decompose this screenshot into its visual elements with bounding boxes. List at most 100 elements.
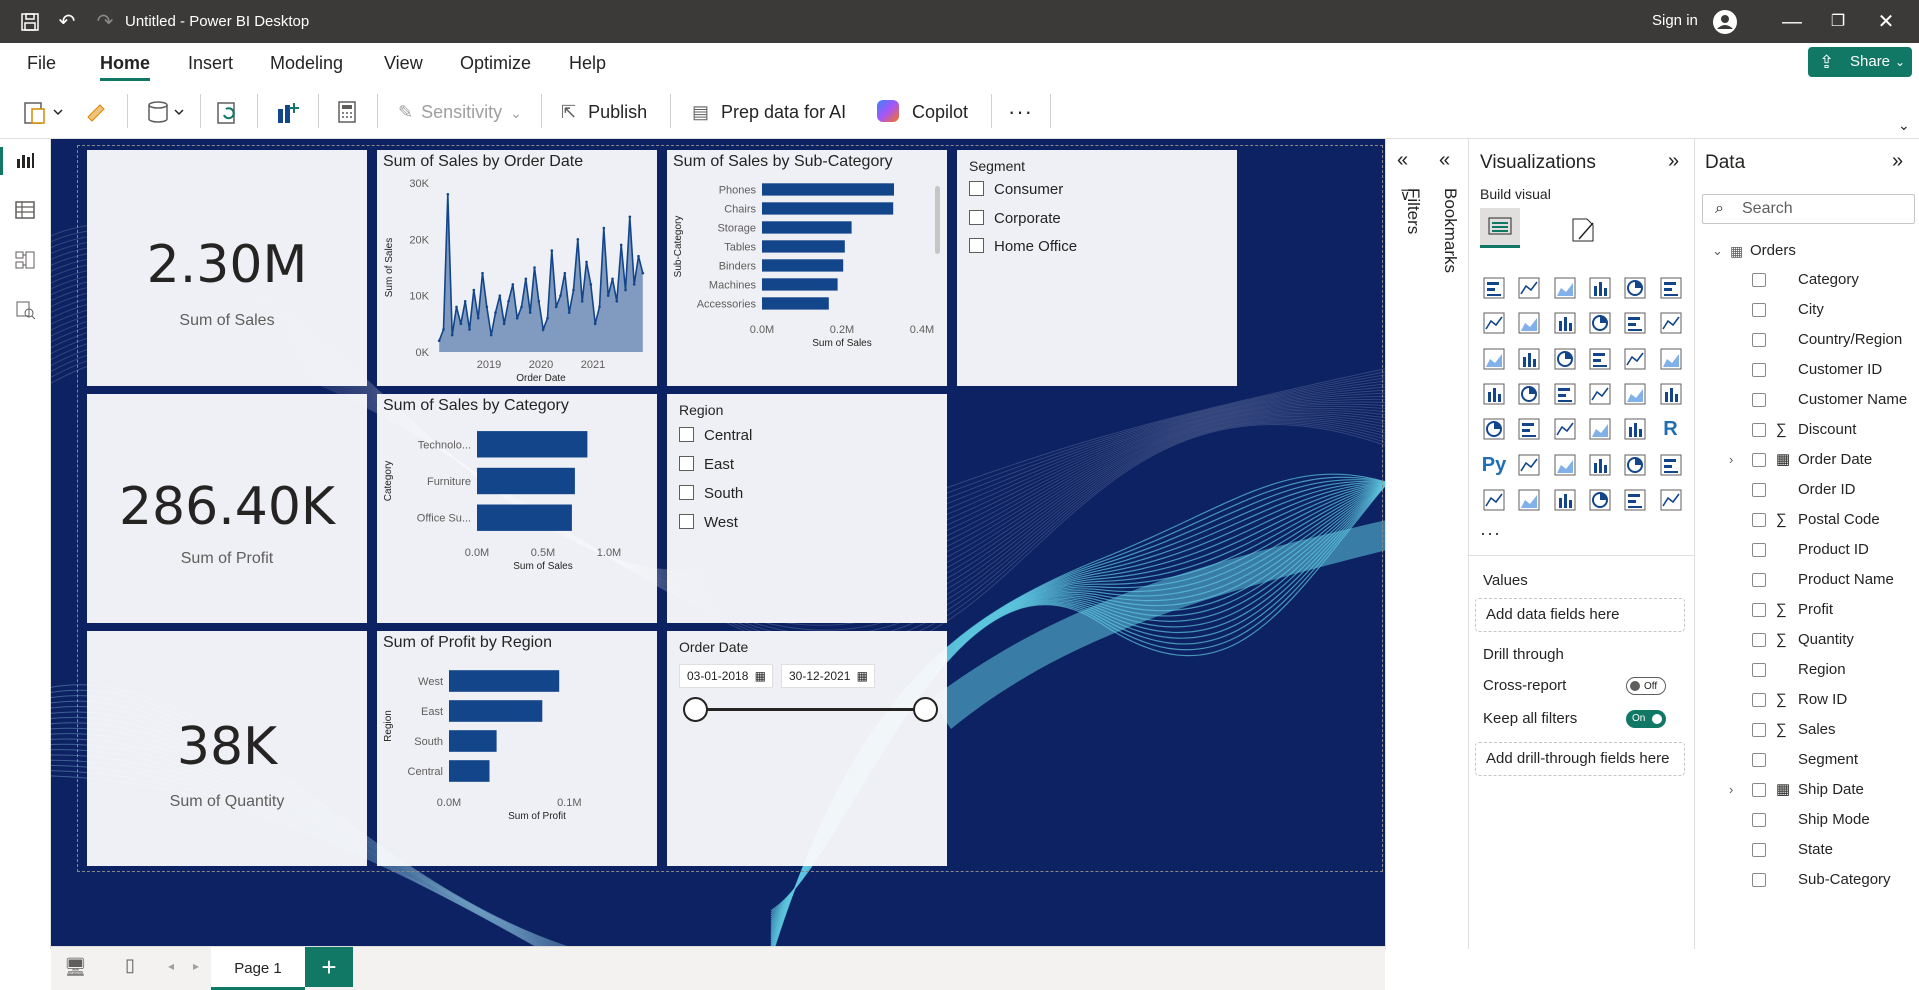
- chart-sales-by-category[interactable]: Sum of Sales by Category Technolo... Furn…: [377, 394, 657, 623]
- prev-page-icon[interactable]: ◂: [168, 959, 174, 973]
- chevron-right-icon[interactable]: ›: [1729, 449, 1733, 471]
- redo-icon[interactable]: ↷: [93, 10, 117, 34]
- values-well[interactable]: Add data fields here: [1475, 598, 1685, 632]
- sensitivity-button[interactable]: ✎ Sensitivity ⌄: [398, 97, 522, 127]
- save-icon[interactable]: [18, 10, 42, 34]
- kpi-card-sales[interactable]: 2.30M Sum of Sales: [87, 150, 367, 386]
- pie-icon[interactable]: [1621, 345, 1649, 373]
- chevron-down-icon[interactable]: ⌄: [1712, 240, 1723, 262]
- menu-optimize[interactable]: Optimize: [460, 53, 531, 74]
- decomposition-tree-icon[interactable]: [1551, 451, 1579, 479]
- slicer-icon[interactable]: [1551, 415, 1579, 443]
- new-visual-icon[interactable]: [274, 97, 302, 127]
- publish-button[interactable]: ⇱ Publish: [561, 97, 647, 127]
- build-visual-tab[interactable]: [1480, 208, 1520, 248]
- range-start-handle[interactable]: [683, 697, 708, 722]
- field-sales[interactable]: ∑ Sales: [1695, 719, 1919, 741]
- close-icon[interactable]: ✕: [1874, 10, 1898, 34]
- map-icon[interactable]: [1515, 380, 1543, 408]
- stacked-bar-icon[interactable]: [1480, 274, 1508, 302]
- get-data-icon[interactable]: [145, 97, 189, 127]
- scatter-alt-icon[interactable]: [1586, 345, 1614, 373]
- checkbox[interactable]: [679, 427, 694, 442]
- field-city[interactable]: City: [1695, 299, 1919, 321]
- start-date-input[interactable]: 03-01-2018 ▦: [679, 664, 773, 688]
- area-icon[interactable]: [1515, 309, 1543, 337]
- power-automate-icon[interactable]: [1551, 486, 1579, 514]
- kpi-icon[interactable]: [1515, 415, 1543, 443]
- calculator-icon[interactable]: [334, 97, 360, 127]
- more-visuals-button[interactable]: ···: [1480, 523, 1501, 544]
- expand-bookmarks-icon[interactable]: «: [1439, 149, 1450, 172]
- chart-sales-by-order-date[interactable]: Sum of Sales by Order Date 30K 20K 10K 0K Su…: [377, 150, 657, 386]
- stacked-area-icon[interactable]: [1551, 309, 1579, 337]
- field-checkbox[interactable]: [1752, 873, 1766, 887]
- waterfall-icon[interactable]: [1657, 309, 1685, 337]
- keep-filters-toggle[interactable]: On: [1626, 710, 1666, 728]
- prep-data-button[interactable]: ▤ Prep data for AI: [692, 97, 846, 127]
- table-icon[interactable]: [1586, 415, 1614, 443]
- add-page-button[interactable]: +: [305, 947, 353, 987]
- cross-report-toggle[interactable]: Off: [1626, 677, 1666, 695]
- key-influencers-icon[interactable]: [1515, 451, 1543, 479]
- narrative-icon[interactable]: [1657, 486, 1685, 514]
- field-row-id[interactable]: ∑ Row ID: [1695, 689, 1919, 711]
- checkbox[interactable]: [969, 181, 984, 196]
- field-checkbox[interactable]: [1752, 603, 1766, 617]
- refresh-icon[interactable]: [214, 97, 242, 127]
- slicer-option-west[interactable]: West: [679, 513, 738, 533]
- field-checkbox[interactable]: [1752, 693, 1766, 707]
- field-checkbox[interactable]: [1752, 333, 1766, 347]
- checkbox[interactable]: [679, 485, 694, 500]
- field-product-id[interactable]: Product ID: [1695, 539, 1919, 561]
- menu-modeling[interactable]: Modeling: [270, 53, 343, 74]
- more-options-button[interactable]: ···: [1008, 97, 1033, 127]
- table-orders[interactable]: ⌄ ▦ Orders: [1695, 240, 1919, 262]
- field-profit[interactable]: ∑ Profit: [1695, 599, 1919, 621]
- field-checkbox[interactable]: [1752, 273, 1766, 287]
- field-state[interactable]: State: [1695, 839, 1919, 861]
- field-checkbox[interactable]: [1752, 633, 1766, 647]
- calendar-icon[interactable]: ▦: [857, 665, 868, 687]
- funnel-icon[interactable]: [1551, 345, 1579, 373]
- field-checkbox[interactable]: [1752, 303, 1766, 317]
- gauge-icon[interactable]: [1621, 380, 1649, 408]
- collapse-ribbon-icon[interactable]: ⌄: [1898, 110, 1910, 140]
- collapse-pane-icon[interactable]: »: [1668, 150, 1679, 173]
- ribbon-icon[interactable]: [1621, 309, 1649, 337]
- table-view-icon[interactable]: [12, 199, 38, 225]
- menu-insert[interactable]: Insert: [188, 53, 233, 74]
- page-tab-1[interactable]: Page 1: [211, 947, 305, 990]
- menu-home[interactable]: Home: [100, 53, 150, 74]
- expand-filters-icon[interactable]: «: [1397, 149, 1408, 172]
- search-input[interactable]: ⌕ Search: [1702, 194, 1915, 224]
- smart-narrative-icon[interactable]: [1621, 451, 1649, 479]
- card-icon[interactable]: [1657, 380, 1685, 408]
- azure-map-icon[interactable]: [1586, 380, 1614, 408]
- field-checkbox[interactable]: [1752, 423, 1766, 437]
- line-and-column-icon[interactable]: [1586, 309, 1614, 337]
- slicer-option-south[interactable]: South: [679, 484, 743, 504]
- slicer-option-corporate[interactable]: Corporate: [969, 209, 1061, 229]
- qa-icon[interactable]: [1586, 451, 1614, 479]
- slicer-segment[interactable]: Segment Consumer Corporate Home Office: [957, 150, 1237, 386]
- field-checkbox[interactable]: [1752, 783, 1766, 797]
- scatter-icon[interactable]: [1515, 345, 1543, 373]
- sign-in-link[interactable]: Sign in: [1652, 12, 1698, 29]
- field-product-name[interactable]: Product Name: [1695, 569, 1919, 591]
- field-checkbox[interactable]: [1752, 393, 1766, 407]
- matrix-icon[interactable]: [1621, 415, 1649, 443]
- python-visual-icon[interactable]: Py: [1480, 451, 1508, 479]
- field-checkbox[interactable]: [1752, 813, 1766, 827]
- undo-icon[interactable]: ↶: [55, 10, 79, 34]
- menu-view[interactable]: View: [384, 53, 423, 74]
- field-order-date[interactable]: › ▦ Order Date: [1695, 449, 1919, 471]
- chart-profit-by-region[interactable]: Sum of Profit by Region West East South Cen…: [377, 631, 657, 866]
- copilot-button[interactable]: Copilot: [877, 97, 968, 127]
- line-icon[interactable]: [1480, 309, 1508, 337]
- field-checkbox[interactable]: [1752, 663, 1766, 677]
- format-visual-tab[interactable]: [1565, 211, 1601, 247]
- power-apps-icon[interactable]: [1515, 486, 1543, 514]
- bookmarks-pane-label[interactable]: Bookmarks: [1440, 188, 1460, 273]
- field-ship-date[interactable]: › ▦ Ship Date: [1695, 779, 1919, 801]
